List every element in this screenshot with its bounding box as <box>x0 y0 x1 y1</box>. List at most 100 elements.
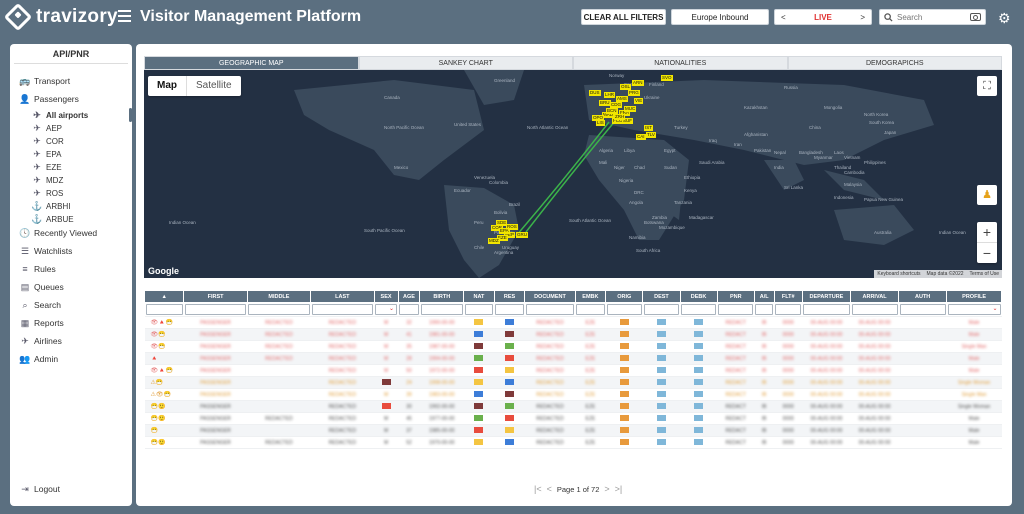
logout-button[interactable]: ⇥ Logout <box>20 484 60 495</box>
column-header[interactable]: DEPARTURE <box>801 290 852 303</box>
tab-geographic-map[interactable]: GEOGRAPHIC MAP <box>144 56 359 70</box>
sidebar-item-reports[interactable]: ▦ Reports <box>20 318 64 329</box>
pegman-icon[interactable]: ♟ <box>977 185 997 205</box>
fullscreen-icon[interactable]: ⛶ <box>977 76 997 96</box>
sidebar-airport-ros[interactable]: ✈ ROS <box>32 188 63 198</box>
keyboard-shortcuts-link[interactable]: Keyboard shortcuts <box>877 271 920 277</box>
column-header[interactable]: AUTH <box>898 290 948 303</box>
clear-all-filters-button[interactable]: CLEAR ALL FILTERS <box>581 9 666 25</box>
filter-input[interactable] <box>399 304 419 315</box>
filter-input[interactable] <box>803 304 850 315</box>
airport-tag[interactable]: CDG <box>610 102 622 108</box>
sidebar-item-rules[interactable]: ≡ Rules <box>20 264 55 274</box>
sidebar-airport-all[interactable]: ✈ All airports <box>32 110 88 120</box>
filter-input[interactable] <box>311 304 374 315</box>
filter-input[interactable] <box>145 304 183 315</box>
airport-tag[interactable]: ZRH <box>614 114 626 120</box>
table-row[interactable]: 😷🙂 PASSENGER REDACTED 30 1992-00-00 REDACTED E… <box>144 400 1002 413</box>
zoom-out-button[interactable]: − <box>977 243 997 263</box>
column-header[interactable]: EMBK <box>574 290 607 303</box>
satellite-view-button[interactable]: Satellite <box>187 76 241 96</box>
table-row[interactable]: 👁🔺😷 PASSENGER REDACTED M 50 1972-00-00 REDACTE… <box>144 364 1002 377</box>
filter-input[interactable] <box>718 304 754 315</box>
filter-input[interactable] <box>775 304 802 315</box>
column-header[interactable]: FLT# <box>773 290 803 303</box>
filter-input[interactable] <box>495 304 524 315</box>
column-header[interactable]: FIRST <box>183 290 248 303</box>
search-input[interactable] <box>897 12 965 22</box>
airport-tag[interactable]: BRU <box>599 100 611 106</box>
filter-dropdown[interactable]: ⌄ <box>947 304 1001 315</box>
filter-input[interactable] <box>184 304 247 315</box>
sidebar-airport-epa[interactable]: ✈ EPA <box>32 149 61 159</box>
table-row[interactable]: 😷🙂 PASSENGER REDACTED REDACTED M 52 1970-00-00… <box>144 436 1002 449</box>
sidebar-airport-cor[interactable]: ✈ COR <box>32 136 64 146</box>
filter-input[interactable] <box>525 304 575 315</box>
sidebar-item-queues[interactable]: ▤ Queues <box>20 282 64 293</box>
airport-tag[interactable]: GRU <box>516 232 528 238</box>
first-page-button[interactable]: |< <box>534 484 542 494</box>
column-header[interactable]: ARRIVAL <box>849 290 900 303</box>
airport-tag[interactable]: ARN <box>632 80 644 86</box>
column-header[interactable]: A/L <box>753 290 775 303</box>
sidebar-airport-eze[interactable]: ✈ EZE <box>32 162 61 172</box>
next-page-button[interactable]: > <box>604 484 609 494</box>
airport-tag[interactable]: MUC <box>624 106 637 112</box>
filter-input[interactable] <box>681 304 717 315</box>
airport-tag[interactable]: TLV <box>646 132 656 138</box>
sidebar-item-admin[interactable]: 👥 Admin <box>19 354 58 365</box>
sidebar-port-arbhi[interactable]: ⚓ ARBHI <box>31 201 70 211</box>
column-header[interactable]: BIRTH <box>419 290 465 303</box>
sidebar-item-transport[interactable]: 🚌 Transport <box>19 76 70 87</box>
sidebar-port-arbue[interactable]: ⚓ ARBUE <box>31 214 73 224</box>
table-row[interactable]: 👁😷 PASSENGER REDACTED REDACTED M 35 1987-00-00… <box>144 340 1002 353</box>
column-header[interactable]: DOCUMENT <box>524 290 576 303</box>
terms-link[interactable]: Terms of Use <box>970 271 999 277</box>
filter-dropdown[interactable]: ⌄ <box>375 304 398 315</box>
airport-tag[interactable]: SVO <box>661 75 673 81</box>
table-row[interactable]: 👁😷 PASSENGER REDACTED REDACTED M 41 1981-00-00… <box>144 328 1002 341</box>
sidebar-airport-mdz[interactable]: ✈ MDZ <box>32 175 63 185</box>
tab-sankey-chart[interactable]: SANKEY CHART <box>358 56 573 70</box>
table-row[interactable]: 😷🙂 PASSENGER REDACTED REDACTED M 45 1977-00-00… <box>144 412 1002 425</box>
filter-input[interactable] <box>851 304 898 315</box>
airport-tag[interactable]: CAI <box>636 134 646 140</box>
filter-input[interactable] <box>899 304 946 315</box>
airport-tag[interactable]: OPO <box>592 115 605 121</box>
table-row[interactable]: ⚠😷 PASSENGER REDACTED 24 1998-00-00 REDACTED E… <box>144 376 1002 389</box>
airport-tag[interactable]: EPA <box>499 228 510 234</box>
world-map[interactable]: North Pacific Ocean North Atlantic Ocean S… <box>144 70 1002 278</box>
filter-input[interactable] <box>643 304 680 315</box>
last-page-button[interactable]: >| <box>615 484 623 494</box>
prev-arrow-icon[interactable]: < <box>781 13 786 22</box>
brand-logo[interactable]: travizory <box>3 2 118 32</box>
column-header[interactable]: NAT <box>463 290 495 303</box>
sidebar-item-watchlists[interactable]: ☰ Watchlists <box>20 246 72 257</box>
table-row[interactable]: 🔺 PASSENGER REDACTED REDACTED M 28 1994-00-00 R… <box>144 352 1002 365</box>
airport-tag[interactable]: MDZ <box>488 238 500 244</box>
tab-nationalities[interactable]: NATIONALITIES <box>573 56 788 70</box>
sidebar-airport-aep[interactable]: ✈ AEP <box>32 123 62 133</box>
column-header[interactable]: AGE <box>397 290 421 303</box>
column-header[interactable]: MIDDLE <box>246 290 312 303</box>
table-row[interactable]: ⚠👁😷 PASSENGER REDACTED M 39 1983-00-00 REDACTE… <box>144 388 1002 401</box>
camera-icon[interactable] <box>970 13 981 21</box>
column-header[interactable]: DEBK <box>679 290 718 303</box>
sidebar-item-airlines[interactable]: ✈ Airlines <box>20 336 62 347</box>
column-header[interactable]: PNR <box>716 290 755 303</box>
sidebar-scrollbar[interactable] <box>129 108 132 122</box>
airport-tag[interactable]: DUS <box>589 90 601 96</box>
column-header[interactable]: DEST <box>642 290 681 303</box>
airport-tag[interactable]: OSL <box>620 84 632 90</box>
zoom-in-button[interactable]: + <box>977 222 997 242</box>
table-row[interactable]: 😷 PASSENGER REDACTED M 37 1985-00-00 REDACTED E… <box>144 424 1002 437</box>
filter-input[interactable] <box>606 304 642 315</box>
airport-tag[interactable]: AMS <box>616 96 628 102</box>
column-header[interactable]: LAST <box>310 290 375 303</box>
airport-tag[interactable]: IST <box>644 125 654 131</box>
airport-tag[interactable]: VIE <box>634 98 644 104</box>
sidebar-item-search[interactable]: ⌕ Search <box>20 300 60 311</box>
filter-input[interactable] <box>755 304 773 315</box>
column-header[interactable]: RES <box>493 290 526 303</box>
tab-demographics[interactable]: DEMOGRAPICHS <box>787 56 1002 70</box>
